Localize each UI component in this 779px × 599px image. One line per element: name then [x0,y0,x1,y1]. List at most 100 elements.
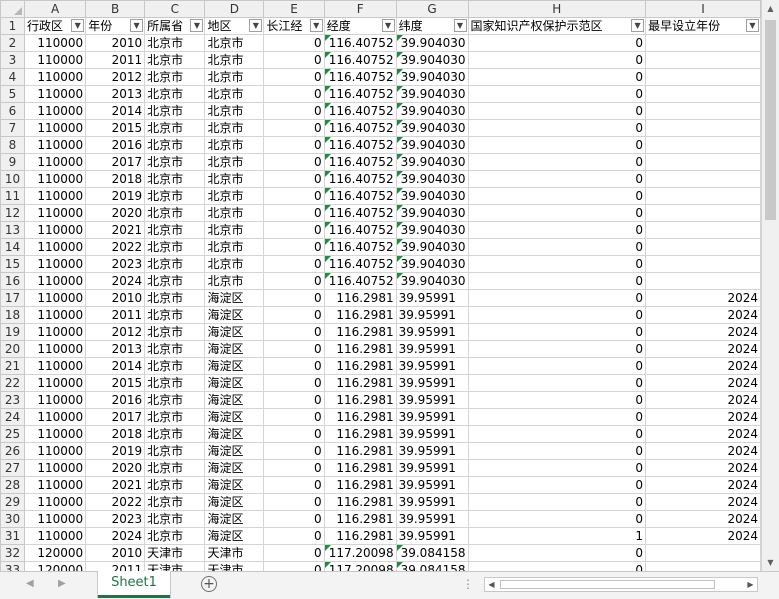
column-header-d[interactable]: D [204,0,265,18]
cell-h[interactable]: 1 [467,527,647,545]
scroll-down-icon[interactable]: ▼ [765,557,776,568]
cell-d[interactable]: 北京市 [204,119,265,137]
cell-i[interactable]: 2024 [645,408,761,426]
cell-f[interactable]: 116.2981 [323,425,397,443]
cell-a[interactable]: 110000 [23,391,87,409]
cell-d[interactable]: 北京市 [204,204,265,222]
cell-g[interactable]: 39.95991 [395,425,469,443]
cell-f[interactable]: 116.40752 [323,119,397,137]
cell-g[interactable]: 39.95991 [395,459,469,477]
filter-dropdown-icon[interactable]: ▼ [130,19,144,32]
filter-dropdown-icon[interactable]: ▼ [309,19,323,32]
cell-e[interactable]: 0 [263,119,325,137]
cell-e[interactable]: 0 [263,527,325,545]
cell-a[interactable]: 110000 [23,357,87,375]
cell-h[interactable]: 0 [467,561,647,571]
cell-i[interactable]: 2024 [645,442,761,460]
cell-g[interactable]: 39.904030 [395,255,469,273]
row-header[interactable]: 1 [0,17,25,35]
previous-sheet-icon[interactable]: ◀ [26,578,34,589]
cell-a[interactable]: 110000 [23,51,87,69]
cell-g[interactable]: 39.95991 [395,391,469,409]
cell-g[interactable]: 39.904030 [395,187,469,205]
cell-f[interactable]: 116.2981 [323,391,397,409]
cell-h[interactable]: 0 [467,476,647,494]
cell-e[interactable]: 0 [263,272,325,290]
column-header-b[interactable]: B [85,0,146,18]
cell-i[interactable]: 2024 [645,289,761,307]
cell-h[interactable]: 0 [467,391,647,409]
cell-f[interactable]: 116.2981 [323,442,397,460]
cell-h[interactable]: 0 [467,204,647,222]
cell-b[interactable]: 2018 [85,170,146,188]
cell-f[interactable]: 116.40752 [323,255,397,273]
cell-e[interactable]: 0 [263,357,325,375]
cell-e[interactable]: 0 [263,238,325,256]
cell-a[interactable]: 110000 [23,255,87,273]
row-header[interactable]: 29 [0,493,25,511]
cell-e[interactable]: 0 [263,85,325,103]
cell-g[interactable]: 39.95991 [395,510,469,528]
cell-d[interactable]: 北京市 [204,51,265,69]
cell-e[interactable]: 0 [263,323,325,341]
cell-c[interactable]: 北京市 [144,238,206,256]
row-header[interactable]: 31 [0,527,25,545]
cell-d[interactable]: 海淀区 [204,527,265,545]
cell-b[interactable]: 2014 [85,357,146,375]
cell-a[interactable]: 110000 [23,187,87,205]
cell-f[interactable]: 116.40752 [323,102,397,120]
cell-d[interactable]: 北京市 [204,102,265,120]
cell-d[interactable]: 海淀区 [204,289,265,307]
cell-g[interactable]: 39.95991 [395,340,469,358]
cell-g[interactable]: 39.904030 [395,85,469,103]
cell-h[interactable]: 0 [467,187,647,205]
row-header[interactable]: 16 [0,272,25,290]
cell-b[interactable]: 2011 [85,306,146,324]
row-header[interactable]: 4 [0,68,25,86]
cell-c[interactable]: 北京市 [144,374,206,392]
cell-h[interactable]: 0 [467,323,647,341]
cell-a[interactable]: 110000 [23,306,87,324]
cell-h[interactable]: 0 [467,544,647,562]
scroll-right-icon[interactable]: ▶ [744,578,757,591]
cell-a[interactable]: 110000 [23,221,87,239]
cell-c[interactable]: 北京市 [144,527,206,545]
cell-e[interactable]: 0 [263,561,325,571]
cell-b[interactable]: 2022 [85,238,146,256]
cell-h[interactable]: 0 [467,374,647,392]
cell-a[interactable]: 110000 [23,476,87,494]
cell-c[interactable]: 北京市 [144,68,206,86]
cell-d[interactable]: 海淀区 [204,459,265,477]
row-header[interactable]: 3 [0,51,25,69]
cell-e[interactable]: 0 [263,102,325,120]
cell-g[interactable]: 39.904030 [395,204,469,222]
header-cell-yangtze[interactable]: 长江经 ▼ [263,17,325,35]
cell-c[interactable]: 北京市 [144,425,206,443]
cell-c[interactable]: 北京市 [144,255,206,273]
cell-f[interactable]: 116.40752 [323,34,397,52]
cell-b[interactable]: 2013 [85,85,146,103]
cell-b[interactable]: 2018 [85,425,146,443]
cell-d[interactable]: 海淀区 [204,323,265,341]
row-header[interactable]: 28 [0,476,25,494]
row-header[interactable]: 17 [0,289,25,307]
cell-b[interactable]: 2023 [85,255,146,273]
row-header[interactable]: 26 [0,442,25,460]
cell-b[interactable]: 2014 [85,102,146,120]
filter-dropdown-icon[interactable]: ▼ [453,19,467,32]
cell-b[interactable]: 2012 [85,68,146,86]
cell-g[interactable]: 39.904030 [395,34,469,52]
cell-c[interactable]: 天津市 [144,544,206,562]
cell-c[interactable]: 北京市 [144,153,206,171]
cell-i[interactable]: 2024 [645,374,761,392]
cell-h[interactable]: 0 [467,306,647,324]
cell-b[interactable]: 2016 [85,136,146,154]
cell-g[interactable]: 39.904030 [395,68,469,86]
cell-c[interactable]: 天津市 [144,561,206,571]
cell-i[interactable] [645,272,761,290]
cell-e[interactable]: 0 [263,408,325,426]
row-header[interactable]: 21 [0,357,25,375]
cell-c[interactable]: 北京市 [144,187,206,205]
cell-f[interactable]: 117.20098 [323,544,397,562]
cell-g[interactable]: 39.95991 [395,476,469,494]
